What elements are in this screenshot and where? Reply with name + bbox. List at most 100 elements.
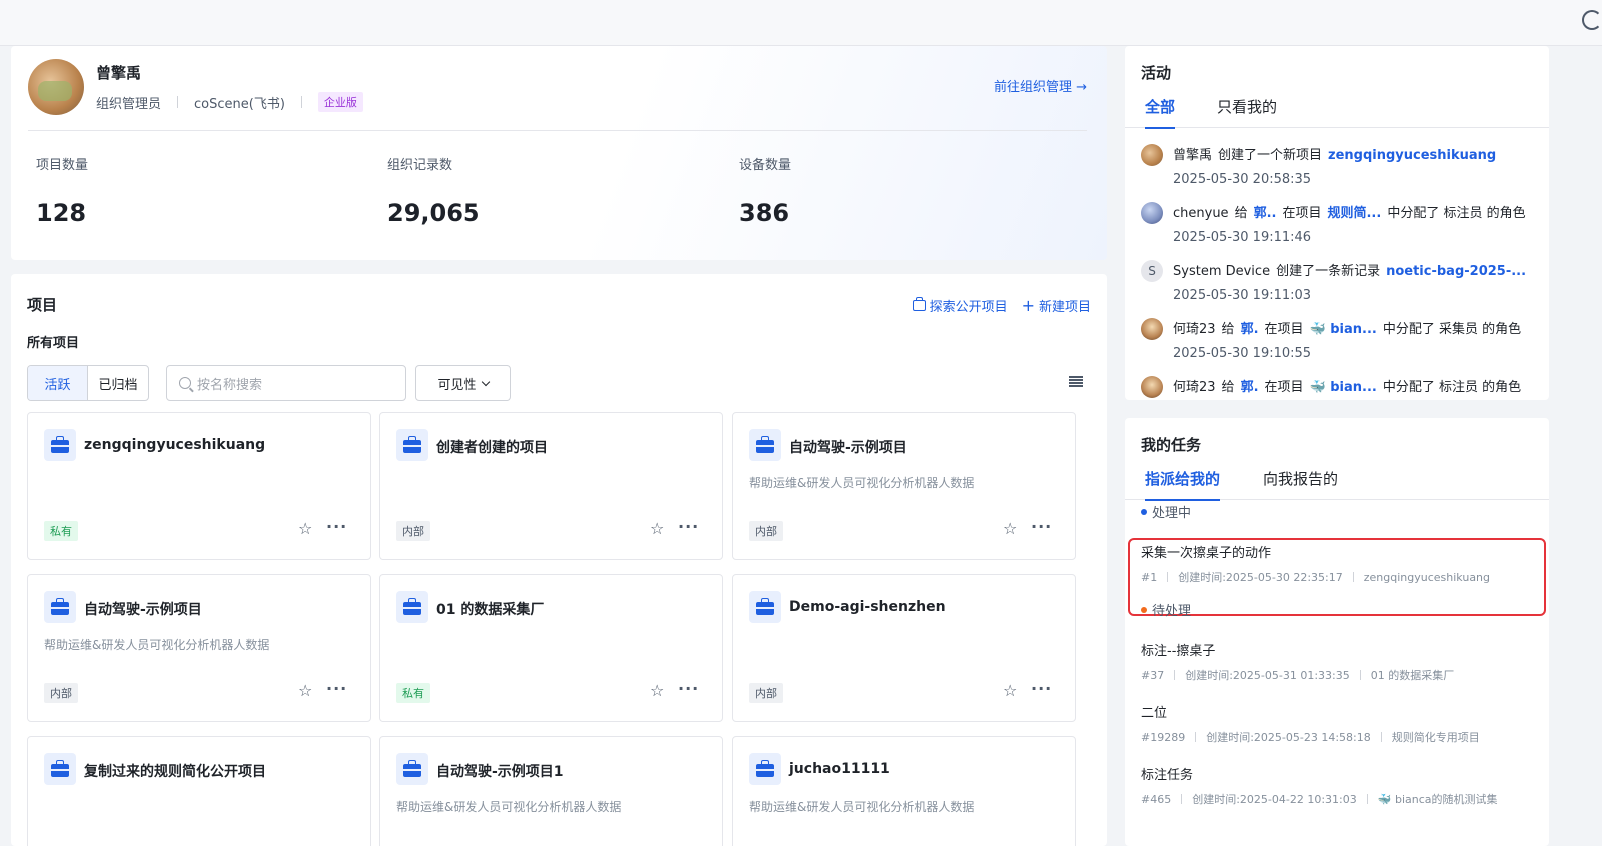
group-label: 处理中 [1152,506,1192,521]
activity-link[interactable]: 规则简... [1327,206,1381,221]
more-icon[interactable]: ··· [326,679,347,698]
task-title[interactable]: 二位 [1141,702,1539,721]
divider [1167,572,1169,582]
more-icon[interactable]: ··· [678,517,699,536]
activity-word: 何琦23 [1173,322,1216,337]
divider [1174,670,1176,680]
activity-link[interactable]: zengqingyuceshikuang [1328,148,1496,163]
star-icon[interactable]: ☆ [650,519,664,538]
org-management-link[interactable]: 前往组织管理 → [994,76,1087,95]
project-card[interactable]: 自动驾驶-示例项目1 帮助运维&研发人员可视化分析机器人数据 [379,736,723,846]
projects-actions: 探索公开项目 + 新建项目 [912,296,1091,315]
star-icon[interactable]: ☆ [1003,681,1017,700]
activity-text: System Device 创建了一条新记录 noetic-bag-2025-... [1173,260,1532,279]
visibility-select[interactable]: 可见性 [415,365,511,401]
project-name[interactable]: 自动驾驶-示例项目 [84,599,202,619]
task-item[interactable]: 标注--擦桌子 #37 创建时间:2025-05-31 01:33:35 01 的数据… [1141,640,1539,683]
activity-time: 2025-05-30 19:10:55 [1173,346,1312,361]
activity-link[interactable]: 郭. [1241,380,1259,395]
activity-time: 2025-05-30 19:11:46 [1173,230,1312,245]
stat-devices: 设备数量 386 [739,154,791,227]
star-icon[interactable]: ☆ [298,519,312,538]
project-name[interactable]: 复制过来的规则简化公开项目 [84,761,266,781]
visibility-tag: 私有 [44,521,78,541]
star-icon[interactable]: ☆ [650,681,664,700]
tab-all[interactable]: 全部 [1145,96,1176,129]
divider [1380,732,1382,742]
segment-archived[interactable]: 已归档 [88,366,148,400]
projects-panel: 项目 探索公开项目 + 新建项目 所有项目 活跃 已归档 按名称搜索 可见性 z… [11,274,1107,846]
activity-link[interactable]: 郭.. [1254,206,1277,221]
project-card[interactable]: Demo-agi-shenzhen 内部 ☆ ··· [732,574,1076,722]
tasks-title: 我的任务 [1141,436,1202,454]
project-card[interactable]: 创建者创建的项目 内部 ☆ ··· [379,412,723,560]
activity-word: 曾擎禹 [1173,148,1213,163]
activity-word: 中分配了 标注员 的角色 [1382,380,1522,395]
project-description: 帮助运维&研发人员可视化分析机器人数据 [44,638,270,652]
divider [300,96,302,108]
project-card[interactable]: 01 的数据采集厂 私有 ☆ ··· [379,574,723,722]
more-icon[interactable]: ··· [326,517,347,536]
activity-link[interactable]: 郭. [1241,322,1259,337]
project-card[interactable]: 复制过来的规则简化公开项目 [27,736,371,846]
project-card[interactable]: zengqingyuceshikuang 私有 ☆ ··· [27,412,371,560]
briefcase-icon [912,297,926,311]
project-card[interactable]: 自动驾驶-示例项目 帮助运维&研发人员可视化分析机器人数据 内部 ☆ ··· [732,412,1076,560]
task-item[interactable]: 二位 #19289 创建时间:2025-05-23 14:58:18 规则简化专用项目 [1141,702,1539,745]
search-input[interactable]: 按名称搜索 [166,365,406,401]
task-project: zengqingyuceshikuang [1363,570,1491,584]
project-name[interactable]: Demo-agi-shenzhen [789,599,946,615]
task-title[interactable]: 采集一次擦桌子的动作 [1141,542,1539,561]
more-icon[interactable]: ··· [1031,517,1052,536]
globe-icon[interactable] [1582,10,1602,30]
task-project: 🐳 bianca的随机测试集 [1377,793,1498,806]
star-icon[interactable]: ☆ [298,681,312,700]
activity-word: 在项目 [1264,322,1304,337]
activity-item: 曾擎禹 创建了一个新项目 zengqingyuceshikuang 2025-05-3… [1141,142,1539,198]
stat-value: 29,065 [387,199,480,227]
project-name[interactable]: 01 的数据采集厂 [436,599,544,619]
tasks-panel: 我的任务 指派给我的 向我报告的 处理中 待处理 采集一次擦桌子的动作 #1 创建时… [1125,418,1549,846]
activity-item: S System Device 创建了一条新记录 noetic-bag-2025-..… [1141,258,1539,314]
task-project: 规则简化专用项目 [1391,731,1480,744]
tab-reported[interactable]: 向我报告的 [1263,468,1338,499]
user-role: 组织管理员 [96,96,162,112]
task-meta: #19289 创建时间:2025-05-23 14:58:18 规则简化专用项目 [1141,729,1539,745]
task-item[interactable]: 采集一次擦桌子的动作 #1 创建时间:2025-05-30 22:35:17 zeng… [1141,542,1539,585]
activity-link[interactable]: 🐳 bian... [1310,322,1377,337]
project-name[interactable]: juchao11111 [789,761,890,777]
activity-text: 何琦23 给郭. 在项目 🐳 bian... 中分配了 采集员 的角色 [1173,318,1527,337]
new-project-button[interactable]: + 新建项目 [1022,296,1091,315]
explore-label: 探索公开项目 [929,300,1008,315]
org-name: coScene(飞书) [194,96,285,112]
task-title[interactable]: 标注任务 [1141,764,1539,783]
activity-word: 在项目 [1282,206,1322,221]
activity-text: 曾擎禹 创建了一个新项目 zengqingyuceshikuang [1173,144,1502,163]
list-view-icon[interactable] [1069,376,1083,387]
avatar [1141,318,1163,340]
project-name[interactable]: zengqingyuceshikuang [84,437,265,453]
more-icon[interactable]: ··· [678,679,699,698]
star-icon[interactable]: ☆ [1003,519,1017,538]
plus-icon: + [1021,295,1035,315]
tab-mine[interactable]: 只看我的 [1217,96,1277,127]
project-name[interactable]: 自动驾驶-示例项目 [789,437,907,457]
project-description: 帮助运维&研发人员可视化分析机器人数据 [749,476,975,490]
project-card[interactable]: juchao11111 帮助运维&研发人员可视化分析机器人数据 [732,736,1076,846]
project-name[interactable]: 创建者创建的项目 [436,437,548,457]
task-id: #1 [1141,570,1158,584]
more-icon[interactable]: ··· [1031,679,1052,698]
activity-link[interactable]: noetic-bag-2025-... [1386,264,1526,279]
segment-active[interactable]: 活跃 [28,366,88,400]
project-card[interactable]: 自动驾驶-示例项目 帮助运维&研发人员可视化分析机器人数据 内部 ☆ ··· [27,574,371,722]
task-meta: #1 创建时间:2025-05-30 22:35:17 zengqingyucesh… [1141,569,1539,585]
new-project-label: 新建项目 [1038,300,1091,315]
avatar: S [1141,260,1163,282]
activity-link[interactable]: 🐳 bian... [1310,380,1377,395]
task-title[interactable]: 标注--擦桌子 [1141,640,1539,659]
task-item[interactable]: 标注任务 #465 创建时间:2025-04-22 10:31:03 🐳 bianca… [1141,764,1539,807]
tab-assigned[interactable]: 指派给我的 [1145,468,1221,501]
project-name[interactable]: 自动驾驶-示例项目1 [436,761,564,781]
activity-item: 何琦23 给郭. 在项目 🐳 bian... 中分配了 采集员 的角色 2025-05-3… [1141,316,1539,372]
explore-public-button[interactable]: 探索公开项目 [912,296,1008,315]
